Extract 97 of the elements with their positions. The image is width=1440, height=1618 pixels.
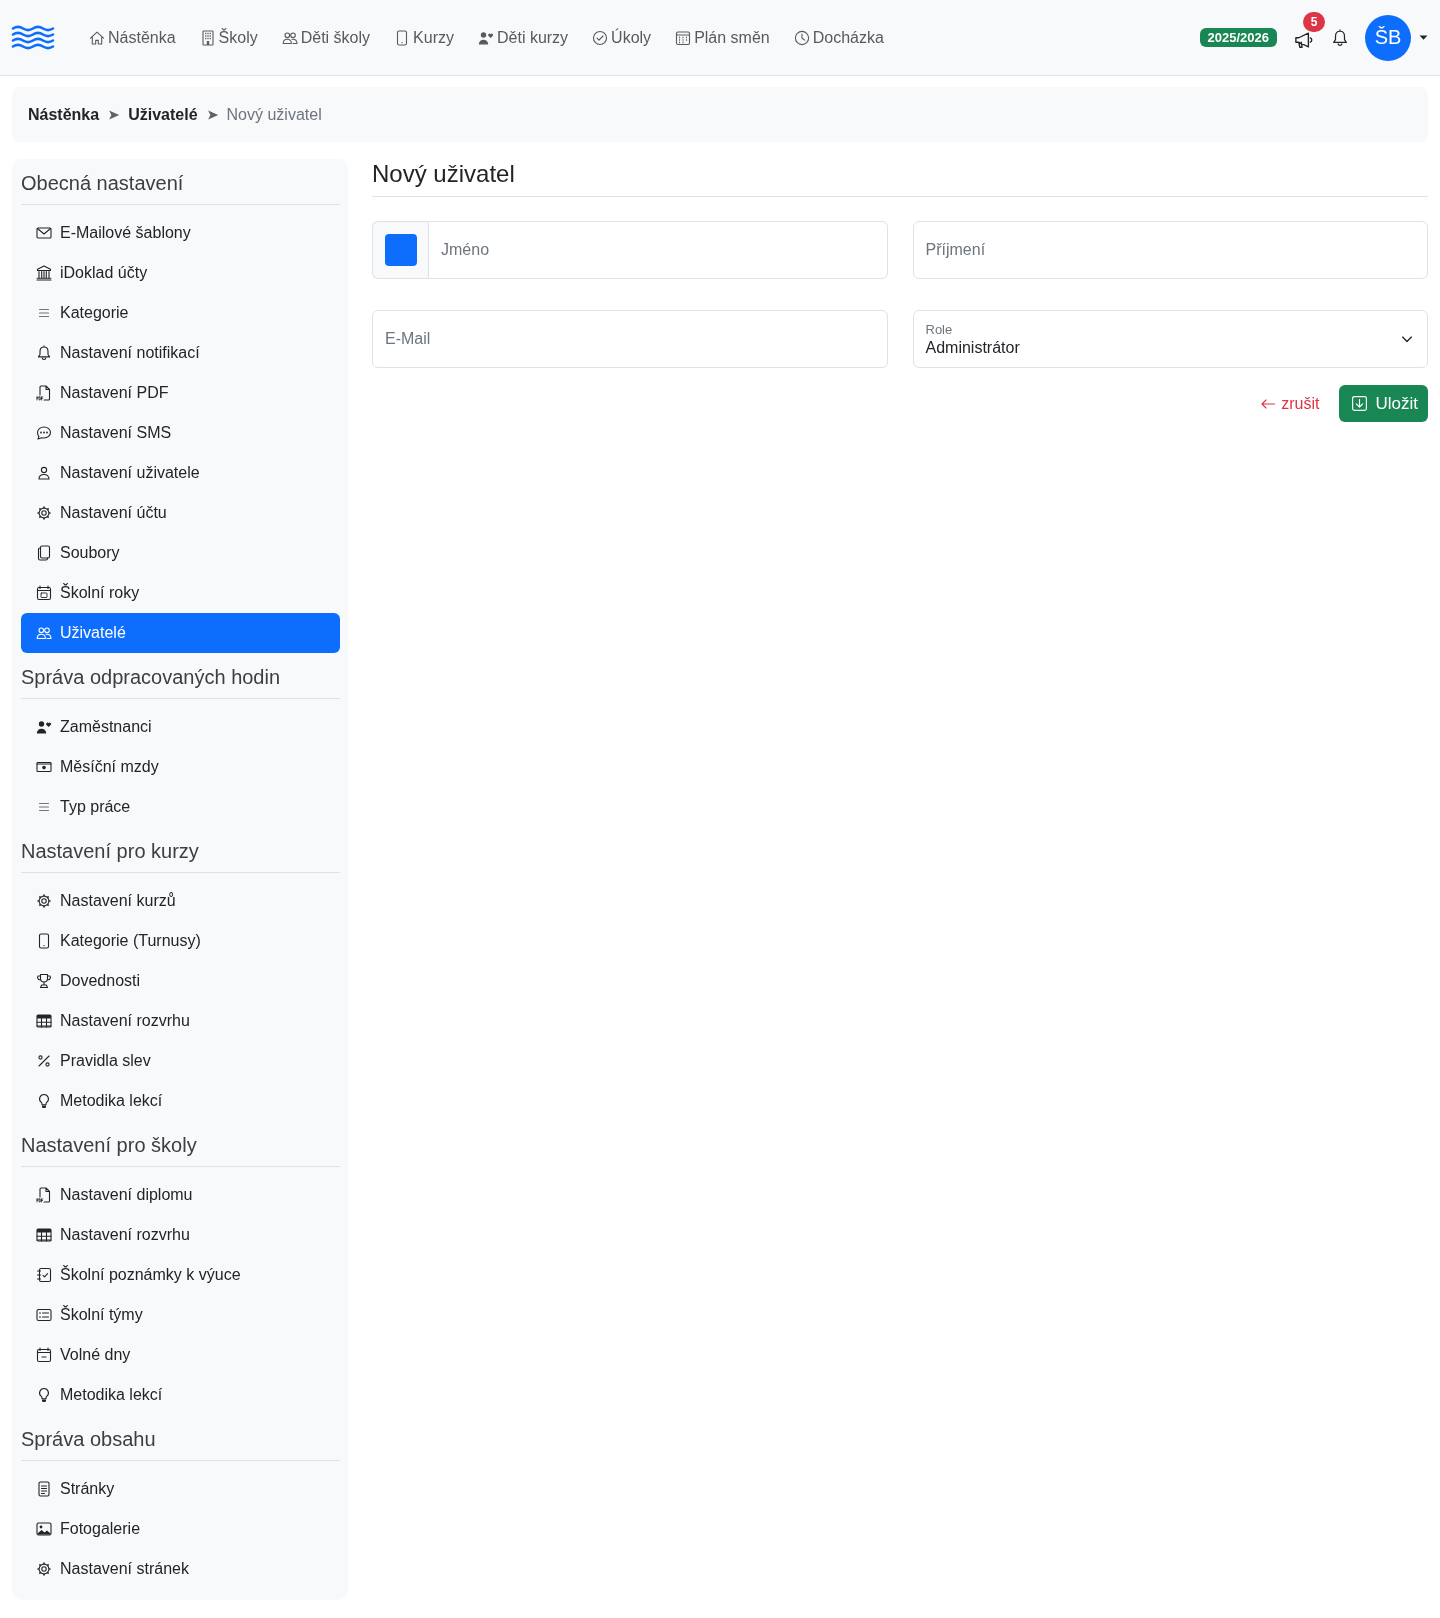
sidebar-link[interactable]: Školní poznámky k výuce	[21, 1255, 340, 1295]
file-icon	[36, 1187, 52, 1203]
sidebar-link[interactable]: Nastavení diplomu	[21, 1175, 340, 1215]
document-icon	[36, 1481, 52, 1497]
lightbulb-icon	[36, 1093, 52, 1109]
section-heading: Správa odpracovaných hodin	[21, 666, 281, 688]
breadcrumb-current: Nový uživatel	[226, 105, 322, 124]
nav-link[interactable]: Nástěnka	[77, 20, 188, 55]
notification-count-badge: 5	[1303, 11, 1325, 32]
lightbulb-icon	[36, 1387, 52, 1403]
table-icon	[36, 1013, 52, 1029]
color-picker[interactable]	[372, 221, 428, 279]
bell-icon[interactable]	[1331, 28, 1349, 47]
sidebar-link[interactable]: Nastavení rozvrhu	[21, 1215, 340, 1255]
section-heading: Nastavení pro kurzy	[21, 840, 199, 862]
sidebar-link[interactable]: E-Mailové šablony	[21, 213, 340, 253]
select-field[interactable]: Role Administrátor	[912, 310, 1428, 368]
sidebar-link[interactable]: iDoklad účty	[21, 253, 340, 293]
breadcrumb-link[interactable]: Nástěnka	[28, 105, 100, 124]
people-icon	[281, 29, 298, 46]
sidebar-link[interactable]: Kategorie (Turnusy)	[21, 921, 340, 961]
percent-icon	[36, 1053, 52, 1069]
person-heart-icon	[478, 29, 494, 46]
nav-link[interactable]: Děti kurzy	[466, 20, 581, 55]
logo-icon[interactable]	[12, 24, 54, 51]
image-icon	[36, 1521, 52, 1537]
bell-icon	[36, 345, 52, 361]
sidebar-link[interactable]: Nastavení notifikací	[21, 333, 340, 373]
sidebar-link[interactable]: Dovednosti	[21, 961, 340, 1001]
input-field[interactable]: E-Mail	[372, 310, 888, 368]
files-icon	[36, 545, 52, 561]
checklist-icon	[36, 1267, 52, 1283]
house-icon	[89, 29, 105, 46]
building-icon	[199, 29, 216, 46]
download-icon	[1351, 395, 1369, 412]
trophy-icon	[36, 973, 52, 989]
sidebar-link[interactable]: Nastavení účtu	[21, 493, 340, 533]
clock-icon	[793, 29, 810, 46]
chat-icon	[36, 425, 52, 441]
calendar-minus-icon	[36, 1347, 52, 1363]
sidebar-link[interactable]: Kategorie	[21, 293, 340, 333]
section-heading: Správa obsahu	[21, 1428, 156, 1450]
card-list-icon	[36, 1307, 52, 1323]
input-field[interactable]: Jméno	[428, 221, 888, 279]
sidebar-link[interactable]: Nastavení uživatele	[21, 453, 340, 493]
cash-icon	[36, 759, 52, 775]
calendar-icon	[675, 29, 692, 46]
sidebar-link[interactable]: Soubory	[21, 533, 340, 573]
input-field[interactable]: Příjmení	[912, 221, 1428, 279]
sidebar-link[interactable]: Stránky	[21, 1469, 340, 1509]
sidebar-link[interactable]: Nastavení rozvrhu	[21, 1001, 340, 1041]
nav-link[interactable]: Docházka	[781, 20, 896, 55]
cancel-link[interactable]: zrušit	[1260, 394, 1320, 413]
person-heart-icon	[36, 719, 52, 735]
sidebar-link[interactable]: Školní roky	[21, 573, 340, 613]
page-title: Nový uživatel	[372, 159, 515, 189]
sidebar-link[interactable]: Volné dny	[21, 1335, 340, 1375]
sidebar-link[interactable]: Pravidla slev	[21, 1041, 340, 1081]
nav-link[interactable]: Děti školy	[269, 20, 383, 55]
save-button[interactable]: Uložit	[1339, 385, 1428, 422]
sidebar-link[interactable]: Školní týmy	[21, 1295, 340, 1335]
sidebar-link[interactable]: Fotogalerie	[21, 1509, 340, 1549]
gear-icon	[36, 1561, 52, 1577]
bank-icon	[36, 265, 52, 281]
megaphone-icon[interactable]	[1294, 29, 1314, 50]
calendar-icon	[36, 585, 52, 601]
breadcrumb-link[interactable]: Uživatelé	[128, 105, 198, 124]
sidebar-link[interactable]: Nastavení PDF	[21, 373, 340, 413]
sidebar-link[interactable]: Metodika lekcí	[21, 1375, 340, 1415]
caret-icon[interactable]	[1419, 33, 1428, 42]
envelope-icon	[36, 225, 52, 241]
section-heading: Nastavení pro školy	[21, 1134, 197, 1156]
school-year-badge: 2025/2026	[1199, 28, 1277, 47]
sidebar-link[interactable]: Nastavení SMS	[21, 413, 340, 453]
section-heading: Obecná nastavení	[21, 172, 184, 194]
nav-link[interactable]: Úkoly	[580, 20, 664, 55]
person-icon	[36, 465, 52, 481]
user-avatar[interactable]: ŠB	[1365, 14, 1411, 61]
sidebar-link[interactable]: Zaměstnanci	[21, 707, 340, 747]
table-icon	[36, 1227, 52, 1243]
sidebar-link[interactable]: Nastavení kurzů	[21, 881, 340, 921]
check-circle-icon	[592, 29, 609, 46]
gear-icon	[36, 893, 52, 909]
sidebar-link[interactable]: Uživatelé	[21, 613, 340, 653]
arrowhead-icon	[108, 108, 121, 121]
tablet-icon	[36, 933, 52, 949]
nav-link[interactable]: Plán směn	[663, 20, 782, 55]
sidebar-link[interactable]: Měsíční mzdy	[21, 747, 340, 787]
arrowhead-icon	[206, 108, 219, 121]
people-icon	[36, 625, 52, 641]
nav-link[interactable]: Kurzy	[382, 20, 466, 55]
file-icon	[36, 385, 52, 401]
nav-link[interactable]: Školy	[187, 20, 270, 55]
sidebar-link[interactable]: Typ práce	[21, 787, 340, 827]
gear-icon	[36, 505, 52, 521]
sidebar-link[interactable]: Nastavení stránek	[21, 1549, 340, 1589]
sidebar-link[interactable]: Metodika lekcí	[21, 1081, 340, 1121]
